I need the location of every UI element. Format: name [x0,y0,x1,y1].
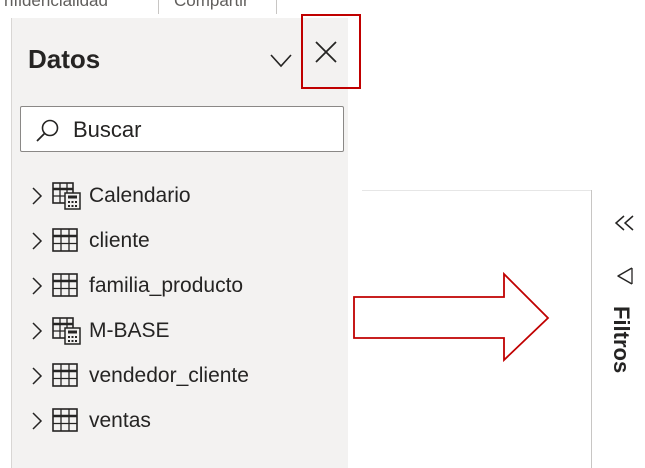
tree-item-label: Calendario [89,184,191,207]
chevron-right-icon[interactable] [30,186,44,206]
close-pane-button[interactable] [301,14,361,89]
calculated-table-icon [52,317,81,345]
tree-item-cliente[interactable]: cliente [12,223,342,259]
search-placeholder: Buscar [73,117,142,142]
filters-pane-label: Filtros [609,306,634,374]
table-icon [52,408,78,432]
table-icon [52,228,78,252]
chevron-right-icon[interactable] [30,231,44,251]
filters-pane[interactable]: Filtros [591,190,645,468]
ribbon-divider [158,0,159,14]
expand-pane-icon[interactable] [614,214,636,232]
chevron-right-icon[interactable] [30,276,44,296]
close-icon [315,41,337,63]
chevron-right-icon[interactable] [30,321,44,341]
tree-item-label: M-BASE [89,319,170,342]
search-input[interactable]: Buscar [20,106,344,152]
tree-item-vendedor-cliente[interactable]: vendedor_cliente [12,358,342,394]
tree-item-label: vendedor_cliente [89,364,249,387]
table-icon [52,273,78,297]
calculated-table-icon [52,182,81,210]
chevron-right-icon[interactable] [30,411,44,431]
tree-item-familia-producto[interactable]: familia_producto [12,268,342,304]
table-icon [52,363,78,387]
pane-title: Datos [28,44,101,74]
tree-item-label: familia_producto [89,274,244,297]
ribbon-tab-compartir[interactable]: Compartir [174,0,249,11]
chevron-down-icon [270,54,292,68]
tree-item-ventas[interactable]: ventas [12,403,342,439]
tree-item-label: cliente [89,229,150,252]
data-pane: Datos Buscar Calendario cliente familia_… [12,14,361,468]
left-edge [0,18,12,468]
filter-icon [617,267,633,285]
tree-item-calendario[interactable]: Calendario [12,178,342,214]
collapse-pane-button[interactable] [269,51,293,71]
ribbon-tab-confidencialidad[interactable]: nfidencialidad [4,0,108,11]
tree-item-label: ventas [89,409,151,432]
arrow-right-icon [353,272,550,363]
ribbon-divider [276,0,277,14]
chevron-right-icon[interactable] [30,366,44,386]
search-icon [36,119,59,142]
tree-item-m-base[interactable]: M-BASE [12,313,342,349]
